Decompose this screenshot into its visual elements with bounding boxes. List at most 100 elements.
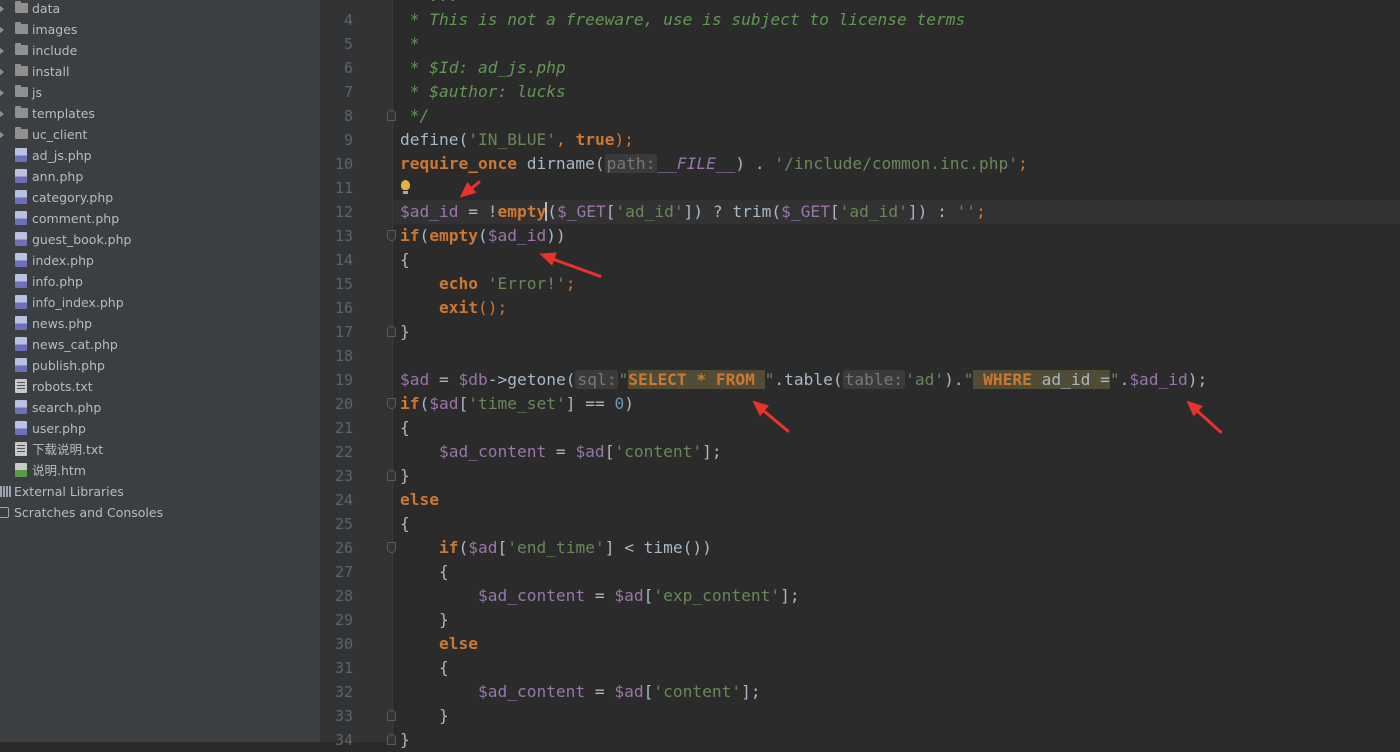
code-token: true [575, 130, 615, 149]
code-token: else [438, 634, 478, 653]
code-line-31: 31 { [335, 656, 1400, 680]
code-line-25: 25 { [335, 512, 1400, 536]
tree-external-libraries[interactable]: External Libraries [0, 481, 320, 502]
tree-file-user[interactable]: user.php [0, 418, 320, 439]
parameter-hint: path: [604, 154, 658, 173]
lightbulb-icon[interactable] [401, 180, 410, 194]
expand-arrow-icon[interactable] [0, 68, 4, 76]
code-line-20: 20 if($ad['time_set'] == 0) [335, 392, 1400, 416]
code-token: '' [956, 202, 977, 221]
line-number: 20 [334, 395, 353, 413]
code-token: } [400, 466, 410, 485]
php-file-icon [15, 316, 27, 330]
tree-folder-uc-client[interactable]: uc_client [0, 124, 320, 145]
line-number: 19 [334, 371, 353, 389]
parameter-hint: sql: [575, 370, 619, 389]
code-token: ; [1018, 154, 1028, 173]
code-token: ]; [741, 682, 761, 701]
fold-marker-icon[interactable] [387, 470, 396, 481]
tree-folder-data[interactable]: data [0, 0, 320, 19]
code-line-11: 11 [335, 176, 1400, 200]
code-token: ( [477, 226, 488, 245]
code-token: dirname( [516, 154, 605, 173]
tree-folder-templates[interactable]: templates [0, 103, 320, 124]
tree-file-comment[interactable]: comment.php [0, 208, 320, 229]
tree-file-guest-book[interactable]: guest_book.php [0, 229, 320, 250]
code-token: __FILE__ [657, 154, 736, 173]
tree-folder-js[interactable]: js [0, 82, 320, 103]
fold-marker-icon[interactable] [387, 110, 396, 121]
tree-file-ad-js[interactable]: ad_js.php [0, 145, 320, 166]
code-token: 'content' [614, 442, 703, 461]
php-file-icon [15, 253, 27, 267]
code-token: $db [458, 370, 488, 389]
tree-file-news-cat[interactable]: news_cat.php [0, 334, 320, 355]
comment-text: */ [400, 106, 430, 125]
fold-marker-icon[interactable] [387, 326, 396, 337]
fold-marker-icon[interactable] [387, 398, 396, 409]
code-token: $ad_id [487, 226, 547, 245]
code-token: ) [624, 394, 634, 413]
line-number: 21 [334, 419, 353, 437]
tree-file-index[interactable]: index.php [0, 250, 320, 271]
tree-file-readme-htm[interactable]: 说明.htm [0, 460, 320, 481]
code-token: , [555, 130, 576, 149]
line-number: 26 [334, 539, 353, 557]
tree-file-ann[interactable]: ann.php [0, 166, 320, 187]
tree-file-news[interactable]: news.php [0, 313, 320, 334]
code-token: if [400, 226, 420, 245]
tree-folder-install[interactable]: install [0, 61, 320, 82]
code-editor[interactable]: * ... 4 * This is not a freeware, use is… [335, 0, 1400, 749]
code-token: ]) ? trim( [683, 202, 782, 221]
folder-icon [15, 43, 28, 55]
code-token: { [400, 418, 410, 437]
fold-marker-icon[interactable] [387, 230, 396, 241]
code-token: 'content' [653, 682, 742, 701]
code-token: ( [419, 394, 430, 413]
expand-arrow-icon[interactable] [0, 89, 4, 97]
tree-folder-images[interactable]: images [0, 19, 320, 40]
sql-fragment: WHERE [973, 370, 1032, 389]
code-token: [ [497, 538, 508, 557]
code-token: $ad_id [1129, 370, 1188, 389]
tree-scratches-consoles[interactable]: Scratches and Consoles [0, 502, 320, 523]
tree-file-info[interactable]: info.php [0, 271, 320, 292]
code-line-16: 16 exit(); [335, 296, 1400, 320]
tree-folder-include[interactable]: include [0, 40, 320, 61]
text-file-icon [15, 442, 27, 456]
expand-arrow-icon[interactable] [0, 26, 4, 34]
code-token: [ [458, 394, 469, 413]
tree-file-info-index[interactable]: info_index.php [0, 292, 320, 313]
tree-file-download-readme[interactable]: 下载说明.txt [0, 439, 320, 460]
code-token: " [1109, 370, 1120, 389]
code-line-4: 4 * This is not a freeware, use is subje… [344, 8, 1400, 32]
tree-file-search[interactable]: search.php [0, 397, 320, 418]
fold-marker-icon[interactable] [387, 734, 396, 745]
fold-marker-icon[interactable] [387, 542, 396, 553]
line-number: 32 [334, 683, 353, 701]
code-token: $ad [614, 682, 644, 701]
tree-file-category[interactable]: category.php [0, 187, 320, 208]
code-token: ] == [565, 394, 615, 413]
code-token: require_once [400, 154, 517, 173]
tree-file-robots[interactable]: robots.txt [0, 376, 320, 397]
code-token: " [618, 370, 629, 389]
expand-arrow-icon[interactable] [0, 131, 4, 139]
scratches-icon [0, 507, 9, 518]
code-token: ->getone( [487, 370, 576, 389]
tree-file-publish[interactable]: publish.php [0, 355, 320, 376]
line-number: 10 [334, 155, 353, 173]
php-file-icon [15, 169, 27, 183]
parameter-hint: table: [842, 370, 906, 389]
expand-arrow-icon[interactable] [0, 47, 4, 55]
expand-arrow-icon[interactable] [0, 5, 4, 13]
expand-arrow-icon[interactable] [0, 110, 4, 118]
code-area[interactable]: * ... 4 * This is not a freeware, use is… [335, 0, 1400, 752]
code-token: $ad_content [438, 442, 547, 461]
code-token: { [438, 562, 449, 581]
text-caret: ( [545, 202, 557, 221]
fold-marker-icon[interactable] [387, 710, 396, 721]
folder-icon [15, 127, 28, 139]
code-token: $ad_content [477, 682, 586, 701]
code-token: empty [497, 202, 547, 221]
